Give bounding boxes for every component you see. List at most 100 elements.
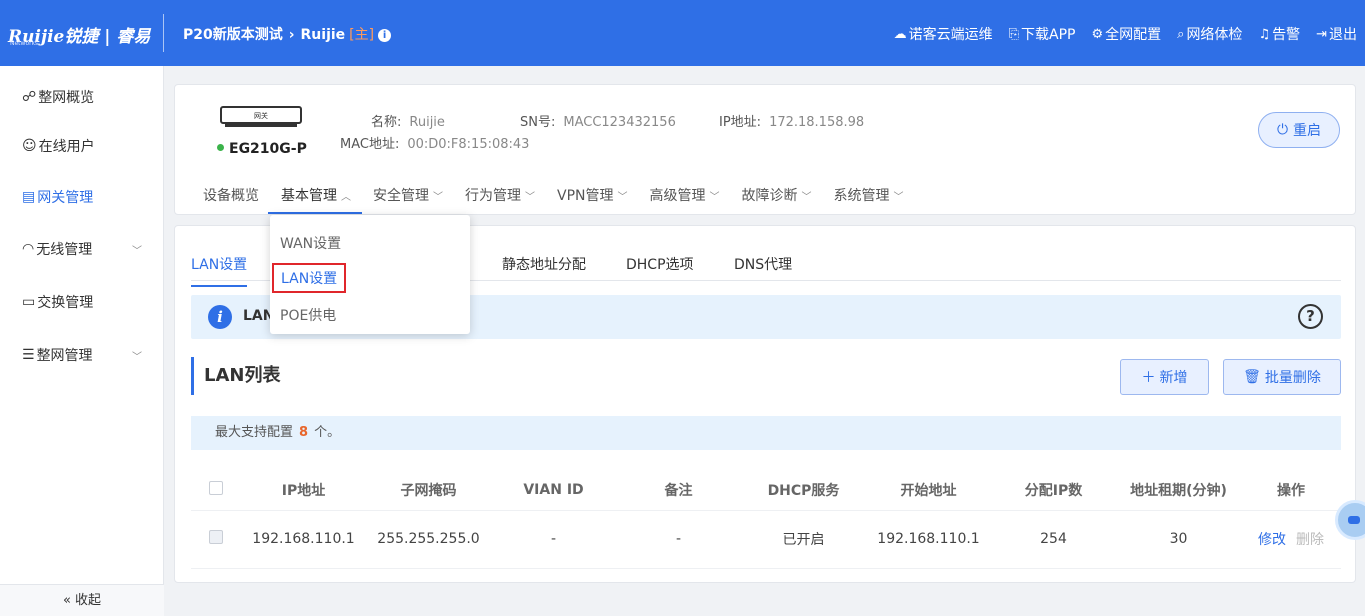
chevron-right-icon: › (288, 27, 295, 43)
device-name-info: 名称: Ruijie (371, 111, 445, 130)
menu-behavior[interactable]: 行为管理 ﹀ (465, 185, 535, 205)
logout-icon: ⇥ (1316, 26, 1327, 42)
wifi-icon: ◠ (22, 241, 35, 257)
menu-basic-management[interactable]: 基本管理 ︿ (268, 185, 362, 214)
tab-lan-settings[interactable]: LAN设置 (191, 254, 248, 287)
alarm-label: 告警 (1272, 27, 1301, 43)
gateway-icon: ▤ (22, 189, 36, 205)
alarm-button[interactable]: ♫ 告警 (1258, 24, 1300, 44)
row-checkbox[interactable] (209, 530, 223, 544)
basic-management-dropdown: WAN设置 LAN设置 POE供电 (270, 215, 470, 334)
cloud-ops-button[interactable]: ☁ 诺客云端运维 (894, 24, 993, 44)
reboot-button[interactable]: ⏻ 重启 (1258, 112, 1340, 148)
limit-prefix: 最大支持配置 (215, 425, 294, 440)
sidebar-item-label: 交换管理 (37, 295, 94, 311)
menu-system[interactable]: 系统管理 ﹀ (834, 185, 904, 205)
info-icon[interactable]: i (378, 29, 392, 42)
cell-actions: 修改 删除 (1241, 510, 1341, 569)
menu-label: 基本管理 (281, 188, 337, 204)
column-header: 分配IP数 (991, 470, 1116, 511)
sidebar-item-network-manage[interactable]: ☰ 整网管理 ﹀ (22, 345, 142, 365)
sidebar-item-overview[interactable]: ☍ 整网概览 (22, 87, 94, 107)
device-ip-info: IP地址: 172.18.158.98 (719, 111, 864, 130)
tab-static-address[interactable]: 静态地址分配 (502, 254, 586, 274)
device-mac-label: MAC地址: (340, 137, 400, 152)
trash-icon: 🗑 (1243, 369, 1261, 385)
sidebar-item-label: 网关管理 (37, 190, 94, 206)
cell-start: 192.168.110.1 (866, 510, 991, 569)
double-chevron-left-icon: « (62, 593, 71, 608)
table-header-row: IP地址 子网掩码 VIAN ID 备注 DHCP服务 开始地址 分配IP数 地… (191, 470, 1341, 511)
dropdown-item-poe[interactable]: POE供电 (280, 305, 336, 325)
sidebar-item-label: 无线管理 (36, 242, 93, 258)
cell-remark: - (616, 510, 741, 569)
network-check-label: 网络体检 (1186, 27, 1243, 43)
dropdown-item-wan[interactable]: WAN设置 (280, 233, 341, 253)
table-row: 192.168.110.1 255.255.255.0 - - 已开启 192.… (191, 510, 1341, 569)
menu-advanced[interactable]: 高级管理 ﹀ (650, 185, 720, 205)
column-header: DHCP服务 (741, 470, 866, 511)
cell-mask: 255.255.255.0 (366, 510, 491, 569)
column-header: 操作 (1241, 470, 1341, 511)
device-mac-info: MAC地址: 00:D0:F8:15:08:43 (340, 133, 529, 152)
column-header: 子网掩码 (366, 470, 491, 511)
sidebar-item-wireless[interactable]: ◠ 无线管理 ﹀ (22, 239, 142, 259)
column-header: IP地址 (241, 470, 366, 511)
batch-delete-label: 批量删除 (1264, 370, 1321, 386)
collapse-sidebar-button[interactable]: « 收起 (0, 584, 164, 616)
cloud-ops-label: 诺客云端运维 (908, 27, 993, 43)
menu-label: VPN管理 (557, 188, 614, 204)
chevron-down-icon: ﹀ (433, 192, 443, 203)
row-select-cell (191, 510, 241, 569)
column-header: 备注 (616, 470, 741, 511)
limit-suffix: 个。 (314, 425, 341, 440)
batch-delete-button[interactable]: 🗑 批量删除 (1223, 359, 1341, 395)
chevron-down-icon: ﹀ (132, 245, 142, 257)
breadcrumb-device[interactable]: Ruijie (301, 27, 346, 43)
network-config-button[interactable]: ⚙ 全网配置 (1092, 24, 1162, 44)
top-header: Ruijie锐捷 | 睿易 Networks P20新版本测试 › Ruijie [主… (0, 0, 1365, 66)
select-all-checkbox[interactable] (209, 480, 223, 495)
network-check-icon: ⌕ (1177, 26, 1185, 42)
menu-device-overview[interactable]: 设备概览 (203, 185, 259, 205)
menu-label: 高级管理 (649, 188, 706, 204)
device-ip-label: IP地址: (719, 115, 762, 130)
network-check-button[interactable]: ⌕ 网络体检 (1177, 24, 1242, 44)
help-icon[interactable]: ? (1298, 304, 1323, 329)
sidebar-item-gateway[interactable]: ▤ 网关管理 (22, 187, 93, 207)
user-icon: ☺ (22, 138, 37, 154)
dropdown-item-lan[interactable]: LAN设置 (272, 263, 347, 293)
sidebar-item-online-users[interactable]: ☺ 在线用户 (22, 136, 95, 156)
tab-dns-proxy[interactable]: DNS代理 (734, 254, 792, 274)
device-image-label: 网关 (254, 111, 268, 120)
gateway-menu: 设备概览 基本管理 ︿ 安全管理 ﹀ 行为管理 ﹀ VPN管理 ﹀ 高级管理 ﹀ 故障诊断… (203, 185, 926, 214)
cell-lease: 30 (1116, 510, 1241, 569)
collapse-label: 收起 (75, 593, 102, 608)
device-info-card: 网关 EG210G-P 名称: Ruijie SN号: MACC123432156 … (174, 84, 1356, 215)
menu-vpn[interactable]: VPN管理 ﹀ (557, 185, 628, 205)
column-header: 开始地址 (866, 470, 991, 511)
info-circle-icon: i (208, 305, 232, 329)
cell-vlan: - (491, 510, 616, 569)
edit-link[interactable]: 修改 (1258, 532, 1286, 548)
sidebar-item-switch[interactable]: ▭ 交换管理 (22, 292, 93, 312)
menu-security[interactable]: 安全管理 ﹀ (373, 185, 443, 205)
delete-link[interactable]: 删除 (1296, 532, 1324, 548)
online-status-dot (217, 144, 224, 151)
download-app-button[interactable]: ⎘ 下载APP (1009, 24, 1076, 44)
logout-button[interactable]: ⇥ 退出 (1316, 24, 1357, 44)
chevron-down-icon: ﹀ (709, 192, 720, 203)
cell-ip: 192.168.110.1 (241, 510, 366, 569)
tab-dhcp-options[interactable]: DHCP选项 (626, 254, 694, 274)
lan-table: IP地址 子网掩码 VIAN ID 备注 DHCP服务 开始地址 分配IP数 地… (191, 470, 1341, 569)
chevron-up-icon: ︿ (341, 192, 351, 203)
cloud-icon: ☁ (893, 26, 907, 42)
menu-label: 设备概览 (203, 188, 259, 204)
menu-diagnosis[interactable]: 故障诊断 ﹀ (742, 185, 812, 205)
network-config-icon: ⚙ (1091, 26, 1104, 42)
breadcrumb-project[interactable]: P20新版本测试 (183, 27, 283, 43)
device-model-text: EG210G-P (229, 141, 307, 157)
chevron-down-icon: ﹀ (801, 192, 812, 203)
sidebar-item-label: 整网概览 (38, 90, 95, 106)
add-button[interactable]: ＋新增 (1120, 359, 1209, 395)
